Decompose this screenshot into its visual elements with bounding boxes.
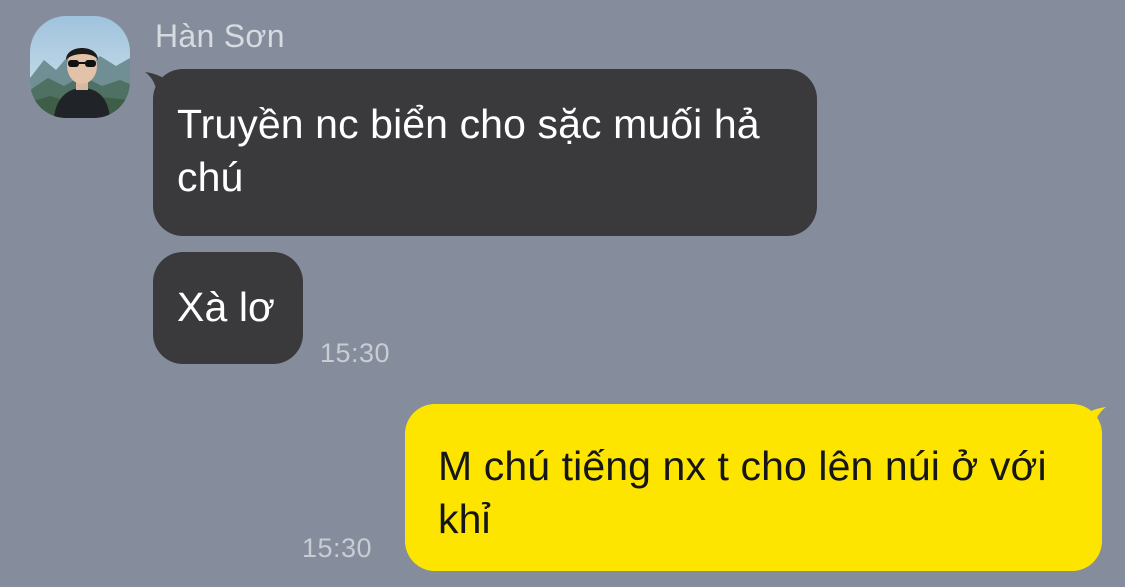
message-bubble-incoming[interactable]: Xà lơ xyxy=(153,252,303,364)
avatar-photo xyxy=(30,16,130,118)
chat-view: Hàn Sơn Truyền nc biển cho sặc muối hả c… xyxy=(0,0,1125,587)
message-text: M chú tiếng nx t cho lên núi ở với khỉ xyxy=(438,443,1047,542)
contact-avatar[interactable] xyxy=(30,16,130,118)
message-timestamp: 15:30 xyxy=(320,338,391,368)
message-bubble-incoming[interactable]: Truyền nc biển cho sặc muối hả chú xyxy=(153,69,817,236)
message-text: Xà lơ xyxy=(177,284,276,330)
message-bubble-outgoing[interactable]: M chú tiếng nx t cho lên núi ở với khỉ xyxy=(405,404,1102,571)
message-timestamp: 15:30 xyxy=(302,533,373,563)
sender-name: Hàn Sơn xyxy=(155,18,285,54)
message-text: Truyền nc biển cho sặc muối hả chú xyxy=(177,101,760,200)
